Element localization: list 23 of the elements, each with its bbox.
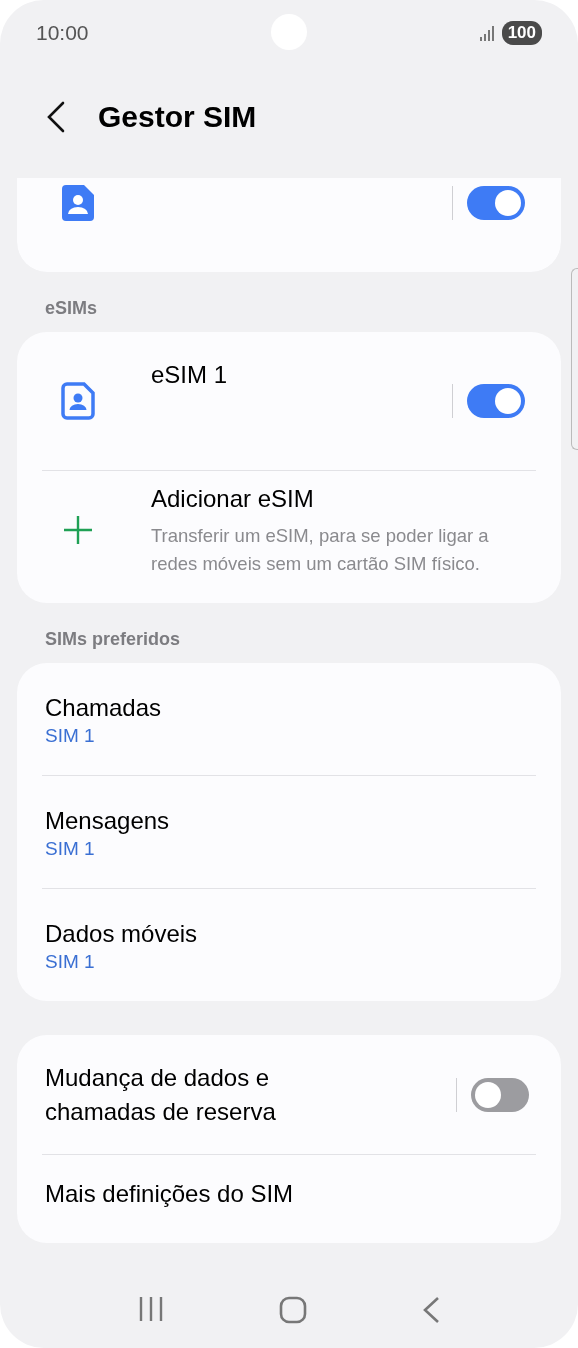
toggle-switch[interactable] bbox=[467, 384, 525, 418]
sim-card-icon bbox=[62, 185, 94, 221]
preference-title[interactable]: Mensagens bbox=[45, 804, 533, 838]
page-title: Gestor SIM bbox=[98, 99, 257, 134]
description-text: Transferir um eSIM, para se poder ligar a redes móveis sem um cartão SIM físico. bbox=[151, 524, 490, 576]
status-time: 10:00 bbox=[36, 20, 89, 45]
preference-value: SIM 1 bbox=[45, 724, 96, 747]
plus-icon bbox=[63, 515, 93, 545]
preference-value: SIM 1 bbox=[45, 950, 96, 973]
toggle-switch[interactable] bbox=[471, 1077, 529, 1112]
section-header: SIMs preferidos bbox=[44, 628, 182, 651]
preference-title[interactable]: Dados móveis bbox=[45, 917, 533, 951]
settings-link[interactable]: Mais definições do SIM bbox=[45, 1177, 294, 1211]
battery-level: 100 bbox=[501, 20, 542, 45]
sim-card-icon bbox=[61, 382, 95, 420]
add-esim-link[interactable]: Adicionar eSIM bbox=[151, 482, 531, 517]
section-header: eSIMs bbox=[44, 297, 99, 320]
toggle-switch[interactable] bbox=[467, 186, 525, 220]
preference-title[interactable]: Chamadas bbox=[45, 691, 533, 725]
setting-label: Mudança de dados e chamadas de reserva bbox=[45, 1062, 277, 1127]
preference-value: SIM 1 bbox=[45, 837, 96, 860]
sim-name: eSIM 1 bbox=[151, 360, 229, 390]
signal-icon bbox=[479, 24, 496, 41]
